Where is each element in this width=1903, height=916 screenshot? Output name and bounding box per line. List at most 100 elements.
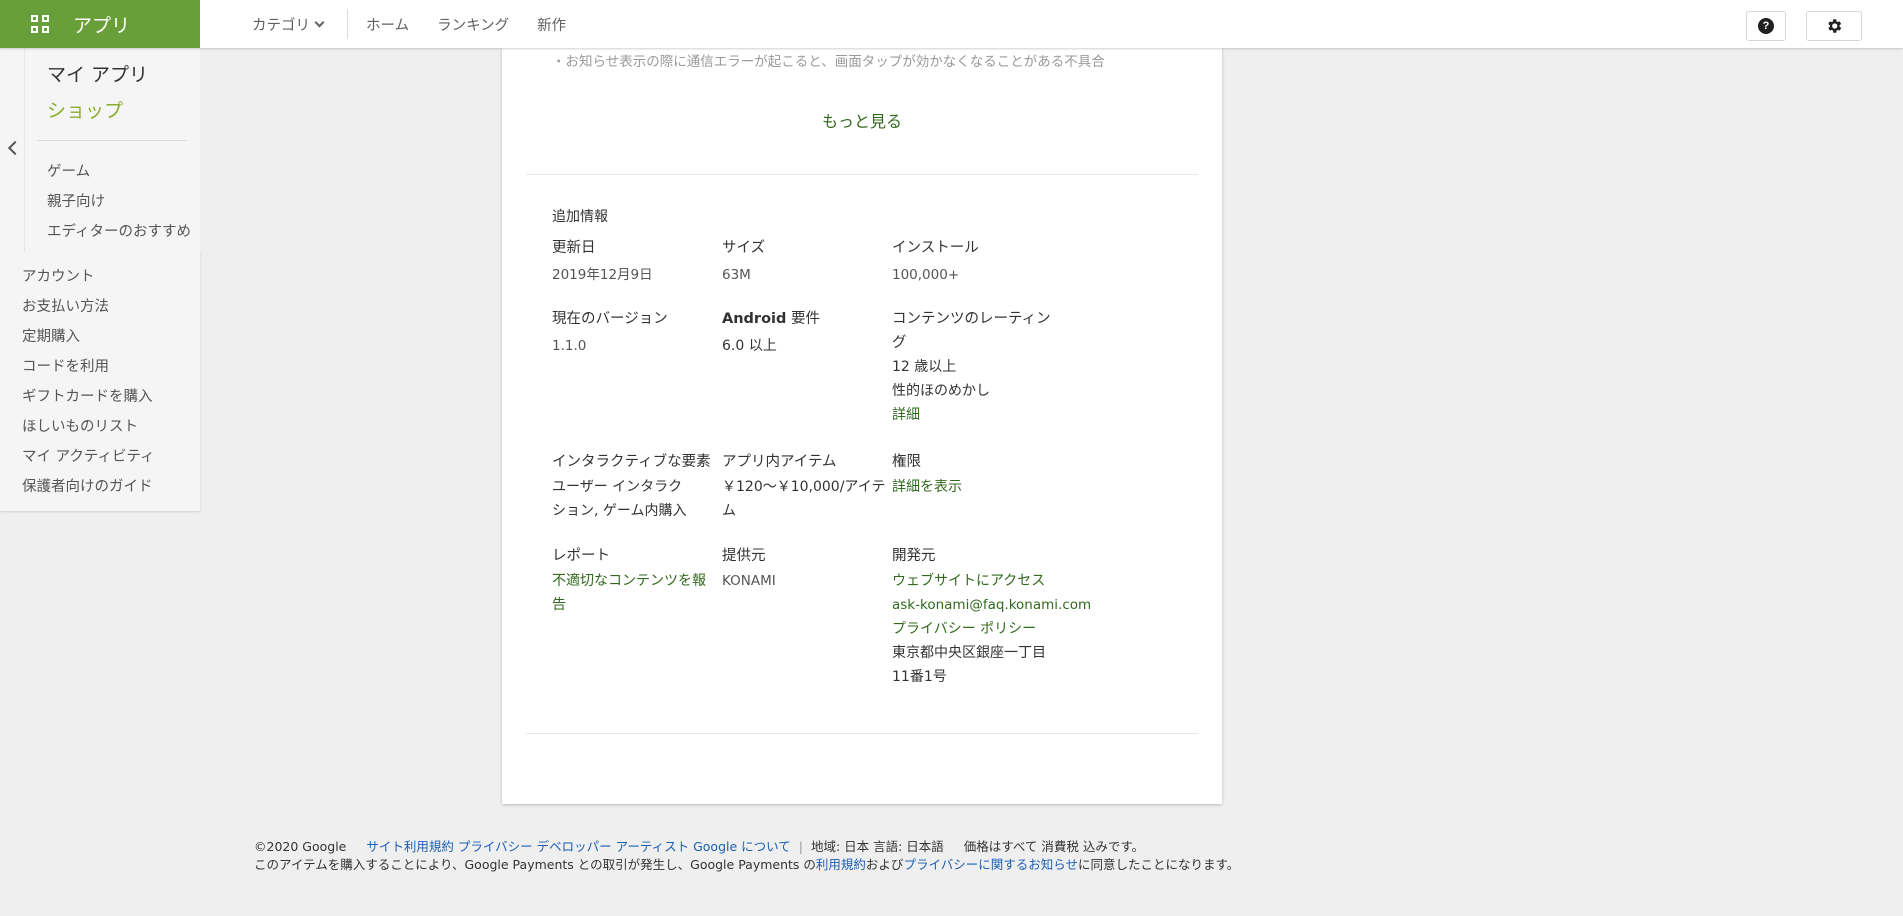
top-nav: カテゴリ ホーム ランキング 新作 bbox=[252, 0, 594, 48]
apps-label: アプリ bbox=[73, 14, 131, 37]
changelog-text: ・お知らせ表示の際に通信エラーが起こると、画面タップが効かなくなることがある不具… bbox=[552, 54, 1105, 70]
size-info: サイズ 63M bbox=[722, 236, 892, 287]
read-more-link[interactable]: もっと見る bbox=[502, 108, 1222, 132]
footer-line-1: ©2020 Google サイト利用規約 プライバシー デベロッパー アーティス… bbox=[254, 838, 1239, 856]
footer-link-artist[interactable]: アーティスト bbox=[616, 839, 690, 854]
sidebar-item-buy-gift-card[interactable]: ギフトカードを購入 bbox=[22, 385, 153, 406]
android-label-rest: 要件 bbox=[786, 311, 820, 327]
footer-region: 地域: 日本 言語: 日本語 bbox=[810, 839, 944, 854]
content-rating-label-2: グ bbox=[892, 335, 907, 351]
gear-icon bbox=[1828, 19, 1842, 33]
installs-info: インストール 100,000+ bbox=[892, 236, 1062, 287]
iap-value-2: ム bbox=[722, 503, 736, 519]
updated-info: 更新日 2019年12月9日 bbox=[552, 236, 722, 287]
footer: ©2020 Google サイト利用規約 プライバシー デベロッパー アーティス… bbox=[254, 838, 1239, 874]
provider-label: 提供元 bbox=[722, 548, 766, 564]
chevron-down-icon bbox=[314, 17, 325, 27]
sidebar-item-redeem[interactable]: コードを利用 bbox=[22, 355, 109, 376]
copyright: ©2020 Google bbox=[254, 839, 347, 854]
developer-privacy-link[interactable]: プライバシー ポリシー bbox=[892, 617, 1122, 641]
installs-label: インストール bbox=[892, 240, 979, 256]
permissions-label: 権限 bbox=[892, 454, 921, 470]
sidebar-account-section: アカウント お支払い方法 定期購入 コードを利用 ギフトカードを購入 ほしいもの… bbox=[0, 251, 200, 511]
content-rating-details-link[interactable]: 詳細 bbox=[892, 403, 1062, 427]
in-app-products-info: アプリ内アイテム ￥120～￥10,000/アイテ ム bbox=[722, 450, 892, 523]
sidebar-item-editors-choice[interactable]: エディターのおすすめ bbox=[47, 220, 191, 241]
report-link[interactable]: 不適切なコンテンツを報 告 bbox=[552, 569, 722, 617]
sidebar-divider-vertical bbox=[24, 48, 25, 251]
updated-value: 2019年12月9日 bbox=[552, 267, 653, 283]
report-link-line-1[interactable]: 不適切なコンテンツを報 bbox=[552, 569, 722, 593]
sidebar-item-my-activity[interactable]: マイ アクティビティ bbox=[22, 445, 155, 466]
updated-label: 更新日 bbox=[552, 240, 596, 256]
content-rating-label-1: コンテンツのレーティン bbox=[892, 311, 1051, 327]
version-info: 現在のバージョン 1.1.0 bbox=[552, 307, 722, 358]
sidebar-my-apps[interactable]: マイ アプリ bbox=[47, 60, 148, 87]
content-rating-age: 12 歳以上 bbox=[892, 359, 957, 375]
help-button[interactable]: ? bbox=[1746, 11, 1786, 41]
size-value: 63M bbox=[722, 267, 751, 283]
iap-value-1: ￥120～￥10,000/アイテ bbox=[722, 479, 886, 495]
apps-grid-icon bbox=[31, 15, 49, 33]
footer-link-privacy[interactable]: プライバシー bbox=[458, 839, 533, 854]
offered-by-info: 提供元 KONAMI bbox=[722, 544, 892, 593]
provider-value: KONAMI bbox=[722, 573, 776, 589]
interactive-elements-info: インタラクティブな要素 ユーザー インタラク ション, ゲーム内購入 bbox=[552, 450, 722, 523]
content-rating-descriptor: 性的ほのめかし bbox=[892, 383, 990, 399]
interactive-value-2: ション, ゲーム内購入 bbox=[552, 503, 687, 519]
settings-button[interactable] bbox=[1806, 11, 1862, 41]
sidebar-shop[interactable]: ショップ bbox=[47, 96, 123, 123]
sidebar-item-games[interactable]: ゲーム bbox=[47, 160, 90, 181]
version-value: 1.1.0 bbox=[552, 338, 587, 354]
category-dropdown[interactable]: カテゴリ bbox=[252, 14, 325, 35]
content-rating-info: コンテンツのレーティン グ 12 歳以上 性的ほのめかし 詳細 bbox=[892, 307, 1062, 427]
sidebar-item-wishlist[interactable]: ほしいものリスト bbox=[22, 415, 138, 436]
report-info: レポート 不適切なコンテンツを報 告 bbox=[552, 544, 722, 617]
footer-and-text: および bbox=[865, 857, 904, 872]
installs-value: 100,000+ bbox=[892, 267, 960, 283]
footer-link-about-google[interactable]: Google について bbox=[693, 839, 791, 854]
sidebar-item-subscriptions[interactable]: 定期購入 bbox=[22, 325, 80, 346]
developer-address-2: 11番1号 bbox=[892, 669, 947, 685]
interactive-label: インタラクティブな要素 bbox=[552, 454, 711, 470]
developer-info: 開発元 ウェブサイトにアクセス ask-konami@faq.konami.co… bbox=[892, 544, 1122, 689]
footer-line-2: このアイテムを購入することにより、Google Payments との取引が発生… bbox=[254, 856, 1239, 874]
apps-menu-button[interactable]: アプリ bbox=[0, 0, 200, 48]
footer-link-terms[interactable]: サイト利用規約 bbox=[366, 839, 454, 854]
footer-payments-privacy-link[interactable]: プライバシーに関するお知らせ bbox=[903, 857, 1078, 872]
permissions-info: 権限 詳細を表示 bbox=[892, 450, 1062, 499]
section-divider-bottom bbox=[526, 733, 1198, 734]
sidebar-item-parent-guide[interactable]: 保護者向けのガイド bbox=[22, 475, 153, 496]
android-label-bold: Android bbox=[722, 311, 787, 327]
developer-email-link[interactable]: ask-konami@faq.konami.com bbox=[892, 593, 1122, 617]
footer-payments-terms-link[interactable]: 利用規約 bbox=[816, 857, 866, 872]
chevron-left-icon[interactable] bbox=[7, 140, 23, 156]
app-details-card: ・お知らせ表示の際に通信エラーが起こると、画面タップが効かなくなることがある不具… bbox=[502, 48, 1222, 804]
sidebar-item-account[interactable]: アカウント bbox=[22, 265, 95, 286]
footer-link-developer[interactable]: デベロッパー bbox=[537, 839, 612, 854]
nav-ranking-link[interactable]: ランキング bbox=[437, 14, 509, 35]
sidebar-shop-section: マイ アプリ ショップ ゲーム 親子向け エディターのおすすめ bbox=[0, 48, 200, 251]
permissions-link[interactable]: 詳細を表示 bbox=[892, 475, 1062, 499]
iap-label: アプリ内アイテム bbox=[722, 454, 837, 470]
category-label: カテゴリ bbox=[252, 17, 310, 34]
android-req-info: Android 要件 6.0 以上 bbox=[722, 307, 892, 358]
question-mark-circle-icon: ? bbox=[1758, 18, 1774, 34]
android-req-value: 6.0 以上 bbox=[722, 338, 777, 354]
developer-website-link[interactable]: ウェブサイトにアクセス bbox=[892, 569, 1122, 593]
sidebar-item-family[interactable]: 親子向け bbox=[47, 190, 105, 211]
nav-home-link[interactable]: ホーム bbox=[366, 14, 409, 35]
sidebar-divider bbox=[37, 140, 187, 141]
interactive-value-1: ユーザー インタラク bbox=[552, 479, 683, 495]
sidebar-item-payment-methods[interactable]: お支払い方法 bbox=[22, 295, 109, 316]
size-label: サイズ bbox=[722, 240, 766, 256]
developer-address-1: 東京都中央区銀座一丁目 bbox=[892, 645, 1046, 661]
section-divider bbox=[526, 174, 1198, 175]
version-label: 現在のバージョン bbox=[552, 311, 668, 327]
footer-purchase-text: このアイテムを購入することにより、Google Payments との取引が発生… bbox=[254, 857, 816, 872]
footer-agree-text: に同意したことになります。 bbox=[1077, 857, 1240, 872]
nav-new-link[interactable]: 新作 bbox=[537, 14, 566, 35]
nav-divider bbox=[347, 9, 348, 39]
report-link-line-2[interactable]: 告 bbox=[552, 593, 722, 617]
footer-tax: 価格はすべて 消費税 込みです。 bbox=[963, 839, 1145, 854]
